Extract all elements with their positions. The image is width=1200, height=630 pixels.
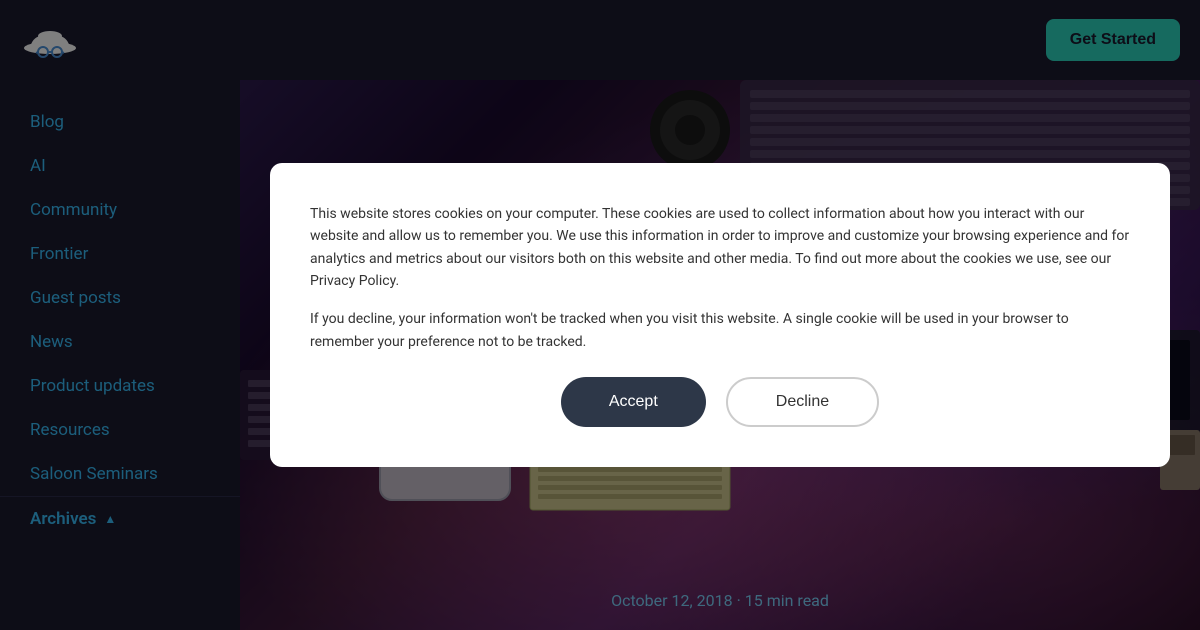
cookie-modal: This website stores cookies on your comp… — [270, 163, 1170, 467]
cookie-text-1: This website stores cookies on your comp… — [310, 203, 1130, 293]
cookie-modal-overlay: This website stores cookies on your comp… — [0, 0, 1200, 630]
modal-buttons: Accept Decline — [310, 377, 1130, 427]
accept-button[interactable]: Accept — [561, 377, 706, 427]
cookie-text-2: If you decline, your information won't b… — [310, 308, 1130, 353]
decline-button[interactable]: Decline — [726, 377, 879, 427]
